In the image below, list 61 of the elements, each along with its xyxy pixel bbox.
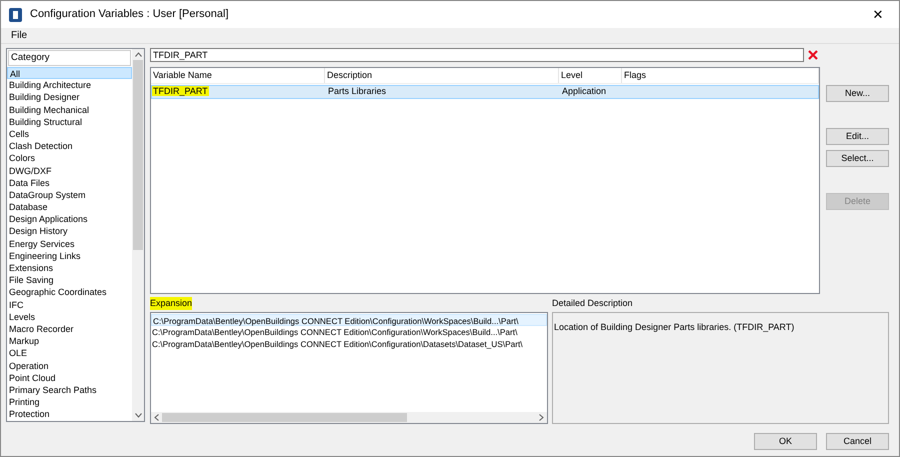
clear-icon[interactable] <box>808 50 818 60</box>
category-item[interactable]: OLE <box>7 347 132 360</box>
expansion-label: Expansion <box>150 296 192 310</box>
table-row[interactable]: TFDIR_PART Parts Libraries Application <box>151 85 819 99</box>
action-button[interactable]: New... <box>826 85 889 102</box>
table-cell: Application <box>562 86 606 96</box>
scrollbar[interactable] <box>132 49 144 421</box>
category-item[interactable]: Geographic Coordinates <box>7 286 132 299</box>
path-item[interactable]: C:\ProgramData\Bentley\OpenBuildings CONNECT Edition\Configuration\WorkSpaces\Build...\Part\ <box>151 314 547 326</box>
dialog-button[interactable]: Cancel <box>826 433 889 450</box>
category-item[interactable]: Building Structural <box>7 116 132 128</box>
category-item[interactable]: Engineering Links <box>7 250 132 262</box>
action-button[interactable]: Select... <box>826 150 889 167</box>
category-item[interactable]: Protection <box>7 408 132 420</box>
app-icon <box>9 8 22 22</box>
category-item[interactable]: File Saving <box>7 274 132 286</box>
path-item[interactable]: C:\ProgramData\Bentley\OpenBuildings CONNECT Edition\Configuration\WorkSpaces\Build...\Part\ <box>151 326 547 338</box>
category-item[interactable]: Building Architecture <box>7 79 132 92</box>
description-text: Location of Building Designer Parts libraries. (TFDIR_PART) <box>554 322 794 332</box>
category-item[interactable]: Primary Search Paths <box>7 384 132 396</box>
category-item[interactable]: All <box>7 67 132 80</box>
category-item[interactable]: Clash Detection <box>7 140 132 152</box>
window-title: Configuration Variables : User [Personal] <box>30 7 229 22</box>
scroll-left-icon[interactable] <box>154 414 159 421</box>
table-cell: TFDIR_PART <box>152 86 209 96</box>
search-field[interactable]: TFDIR_PART <box>150 48 804 62</box>
category-item[interactable]: Cells <box>7 128 132 140</box>
category-item[interactable]: Printing <box>7 396 132 408</box>
menu-item[interactable]: File <box>11 28 28 43</box>
action-button[interactable]: Edit... <box>826 128 889 145</box>
column-header[interactable]: Flags <box>622 68 819 83</box>
category-item[interactable]: DataGroup System <box>7 188 132 202</box>
dialog-button[interactable]: OK <box>754 433 817 450</box>
category-item[interactable]: Energy Services <box>7 238 132 250</box>
column-header[interactable]: Level <box>559 68 622 83</box>
category-item[interactable]: IFC <box>7 298 132 311</box>
category-item[interactable]: Markup <box>7 335 132 348</box>
close-button[interactable]: ✕ <box>865 4 891 24</box>
column-header[interactable]: Variable Name <box>151 68 325 83</box>
path-item[interactable]: C:\ProgramData\Bentley\OpenBuildings CONNECT Edition\Configuration\Datasets\Dataset_US\Part\ <box>151 338 547 350</box>
scroll-up-icon[interactable] <box>134 52 142 57</box>
category-item[interactable]: Levels <box>7 310 132 323</box>
category-item[interactable]: Extensions <box>7 262 132 274</box>
category-item[interactable]: Data Files <box>7 176 132 189</box>
category-item[interactable]: Building Mechanical <box>7 104 132 116</box>
horizontal-scrollbar[interactable] <box>151 412 547 423</box>
scroll-down-icon[interactable] <box>134 413 142 418</box>
column-header[interactable]: Description <box>325 68 559 83</box>
category-item[interactable]: Database <box>7 201 132 214</box>
category-header: Category <box>8 50 131 66</box>
table-cell: Parts Libraries <box>328 86 386 96</box>
scroll-right-icon[interactable] <box>539 414 544 421</box>
description-label: Detailed Description <box>552 296 633 310</box>
category-item[interactable]: Point Cloud <box>7 372 132 384</box>
category-item[interactable]: Operation <box>7 360 132 372</box>
category-item[interactable]: Design History <box>7 225 132 238</box>
category-item[interactable]: Building Designer <box>7 91 132 104</box>
category-item[interactable]: DWG/DXF <box>7 164 132 177</box>
category-item[interactable]: Macro Recorder <box>7 322 132 336</box>
category-item[interactable]: Colors <box>7 152 132 164</box>
category-item[interactable]: Design Applications <box>7 213 132 226</box>
